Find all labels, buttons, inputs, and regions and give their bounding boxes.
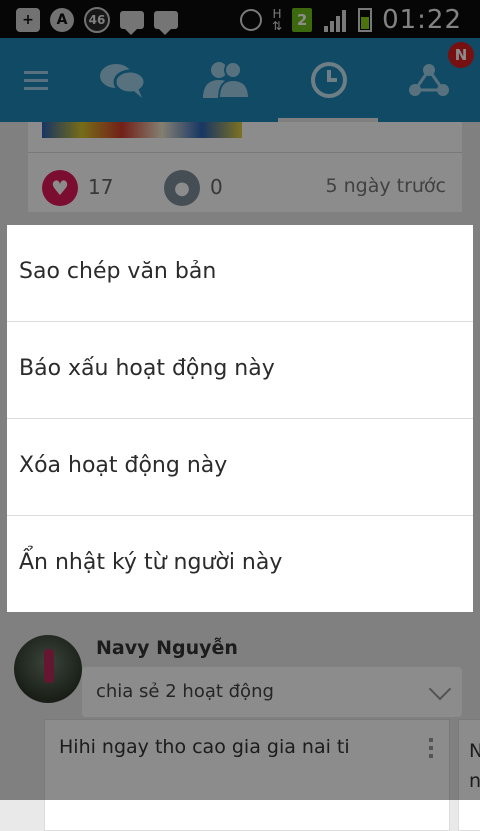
menu-item-label: Báo xấu hoạt động này: [19, 356, 275, 381]
menu-item-hide-user-log[interactable]: Ẩn nhật ký từ người này: [7, 516, 473, 612]
menu-item-label: Ẩn nhật ký từ người này: [19, 550, 283, 575]
context-menu: Sao chép văn bản Báo xấu hoạt động này X…: [7, 225, 473, 612]
menu-item-label: Xóa hoạt động này: [19, 453, 228, 478]
menu-item-report-activity[interactable]: Báo xấu hoạt động này: [7, 322, 473, 419]
menu-item-delete-activity[interactable]: Xóa hoạt động này: [7, 419, 473, 516]
menu-item-copy-text[interactable]: Sao chép văn bản: [7, 225, 473, 322]
menu-item-label: Sao chép văn bản: [19, 259, 217, 284]
